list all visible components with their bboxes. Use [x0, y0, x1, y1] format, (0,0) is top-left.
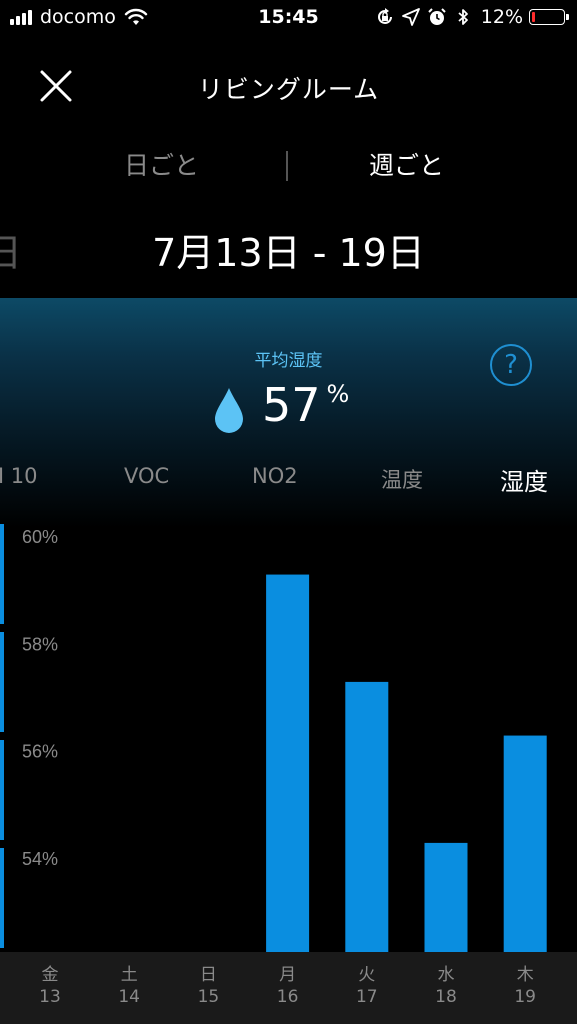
- help-button[interactable]: ?: [490, 344, 532, 386]
- tab-daily[interactable]: 日ごと: [124, 146, 199, 182]
- humidity-bar-19[interactable]: [503, 735, 547, 952]
- humidity-bar-18[interactable]: [424, 842, 468, 952]
- day-number-label: 16: [276, 987, 299, 1007]
- battery-percent: 12%: [480, 6, 523, 28]
- battery-tip: [566, 14, 569, 20]
- metric-tab-voc[interactable]: VOC: [124, 464, 169, 488]
- metric-tab-humidity[interactable]: 湿度: [500, 462, 548, 497]
- orientation-lock-icon: [377, 8, 392, 24]
- day-weekday-label: 月: [279, 965, 297, 985]
- day-label[interactable]: 水 18: [416, 964, 476, 1008]
- humidity-bar-16[interactable]: [266, 574, 310, 952]
- page-title: リビングルーム: [197, 75, 380, 104]
- day-weekday-label: 土: [120, 965, 138, 985]
- tab-divider: [286, 151, 288, 181]
- day-weekday-label: 火: [358, 965, 376, 985]
- date-range: 7月13日 - 19日: [152, 231, 425, 275]
- day-weekday-label: 金: [41, 965, 59, 985]
- average-value-row: 57 %: [212, 378, 349, 434]
- metric-tab-pm10[interactable]: M 10: [0, 464, 38, 488]
- day-number-label: 17: [355, 987, 378, 1007]
- location-icon: [401, 8, 420, 26]
- previous-week-bar-edge: [0, 740, 4, 840]
- day-number-label: 13: [39, 987, 61, 1007]
- day-label[interactable]: 木 19: [495, 964, 555, 1008]
- day-axis: 金 13 土 14 日 15 月 16 火 17 水 18 木 19: [0, 952, 577, 1024]
- day-weekday-label: 木: [516, 965, 534, 985]
- day-number-label: 18: [435, 987, 457, 1007]
- day-number-label: 19: [514, 987, 536, 1007]
- status-bar: docomo 15:45 12%: [0, 0, 577, 38]
- day-label[interactable]: 火 17: [337, 964, 397, 1008]
- day-weekday-label: 日: [199, 965, 217, 985]
- day-label[interactable]: 日 15: [178, 964, 238, 1008]
- bluetooth-icon: [458, 9, 468, 25]
- metric-tab-temperature[interactable]: 温度: [381, 464, 423, 494]
- battery-level: [532, 12, 536, 22]
- day-weekday-label: 水: [437, 965, 455, 985]
- y-tick-label: 58%: [22, 634, 58, 654]
- humidity-bar-chart: 60% 58% 56% 54%: [0, 524, 547, 952]
- average-value: 57: [262, 378, 321, 432]
- previous-week-bar-edge: [0, 524, 4, 624]
- y-tick-label: 56%: [22, 742, 58, 762]
- day-number-label: 14: [118, 987, 140, 1007]
- previous-week-bar-edge: [0, 848, 4, 948]
- status-right: 12%: [369, 6, 569, 28]
- alarm-icon: [428, 8, 446, 25]
- humidity-bar-17[interactable]: [345, 681, 389, 952]
- battery-icon: [529, 9, 569, 25]
- water-drop-icon: [215, 388, 243, 433]
- day-label[interactable]: 土 14: [99, 964, 159, 1008]
- tab-weekly[interactable]: 週ごと: [369, 146, 444, 182]
- y-tick-label: 60%: [22, 527, 58, 547]
- average-unit: %: [326, 380, 350, 408]
- metric-tab-no2[interactable]: NO2: [252, 464, 298, 488]
- day-number-label: 15: [197, 987, 220, 1007]
- day-label[interactable]: 金 13: [20, 964, 80, 1008]
- app-screen: docomo 15:45 12% リビングルーム 日ごと 週ごと 日 7月13日…: [0, 0, 577, 1024]
- y-tick-label: 54%: [22, 849, 58, 869]
- day-label[interactable]: 月 16: [258, 964, 318, 1008]
- previous-week-bar-edge: [0, 632, 4, 732]
